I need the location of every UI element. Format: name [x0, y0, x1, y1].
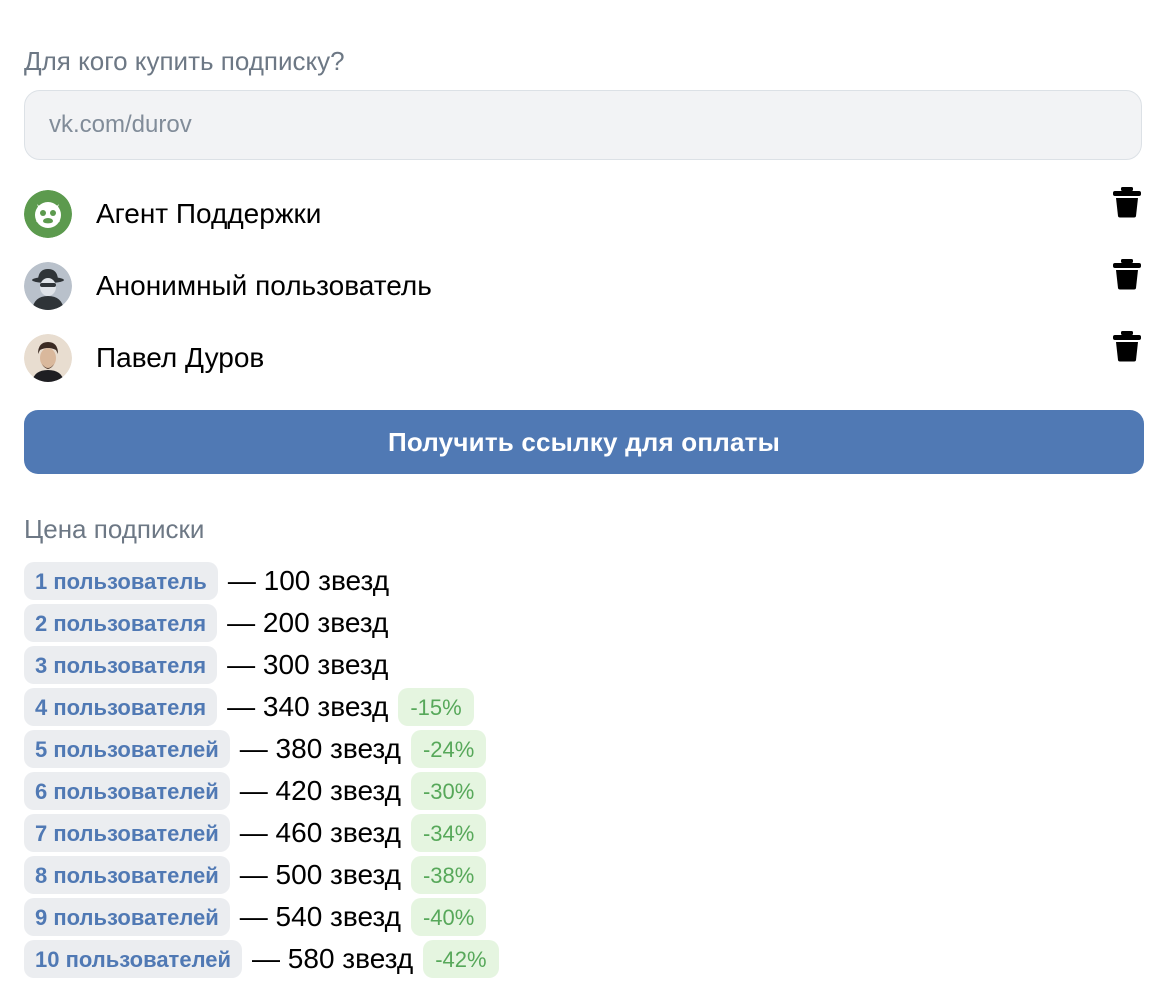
discount-badge: -38% — [410, 856, 487, 894]
users-count-chip[interactable]: 4 пользователя — [24, 688, 218, 726]
users-count-chip[interactable]: 2 пользователя — [24, 604, 218, 642]
anonymous-avatar-icon — [24, 262, 72, 310]
subscription-page: Для кого купить подписку? Агент Поддержк… — [0, 0, 1174, 994]
users-count-chip[interactable]: 9 пользователей — [24, 898, 230, 936]
user-name: Агент Поддержки — [96, 198, 322, 229]
user-row: Павел Дуров — [24, 331, 1148, 406]
price-text: — 500 звезд — [239, 859, 401, 890]
discount-badge: -15% — [398, 688, 474, 726]
price-row: 6 пользователей — 420 звезд -30% — [24, 770, 499, 812]
price-row: 9 пользователей — 540 звезд -40% — [24, 896, 499, 938]
users-count-chip[interactable]: 6 пользователей — [24, 772, 230, 810]
delete-user-trash-icon[interactable] — [1112, 258, 1142, 290]
user-name: Павел Дуров — [96, 342, 265, 373]
photo-avatar-icon — [24, 334, 72, 382]
recipient-question: Для кого купить подписку? — [24, 46, 345, 76]
discount-badge: -24% — [410, 730, 487, 768]
price-row: 1 пользователь — 100 звезд — [24, 560, 499, 602]
delete-user-trash-icon[interactable] — [1112, 330, 1142, 362]
price-text: — 300 звезд — [227, 649, 389, 680]
get-payment-link-button[interactable]: Получить ссылку для оплаты — [24, 410, 1144, 474]
users-count-chip[interactable]: 7 пользователей — [24, 814, 230, 852]
price-text: — 100 звезд — [227, 565, 390, 596]
discount-badge: -40% — [410, 898, 487, 936]
users-count-chip[interactable]: 10 пользователей — [24, 940, 243, 978]
price-row: 8 пользователей — 500 звезд -38% — [24, 854, 499, 896]
selected-users-list: Агент Поддержки Анонимный пользователь П… — [24, 187, 1148, 406]
price-row: 2 пользователя — 200 звезд — [24, 602, 499, 644]
price-text: — 380 звезд — [239, 733, 401, 764]
price-text: — 460 звезд — [239, 817, 401, 848]
price-text: — 580 звезд — [252, 943, 414, 974]
price-row: 4 пользователя — 340 звезд -15% — [24, 686, 499, 728]
price-row: 3 пользователя — 300 звезд — [24, 644, 499, 686]
price-row: 10 пользователей — 580 звезд -42% — [24, 938, 499, 980]
price-text: — 540 звезд — [239, 901, 401, 932]
pricing-title: Цена подписки — [24, 514, 205, 544]
price-row: 7 пользователей — 460 звезд -34% — [24, 812, 499, 854]
users-count-chip[interactable]: 1 пользователь — [24, 562, 218, 600]
price-row: 5 пользователей — 380 звезд -24% — [24, 728, 499, 770]
discount-badge: -42% — [423, 940, 499, 978]
users-count-chip[interactable]: 5 пользователей — [24, 730, 230, 768]
pricing-list: 1 пользователь — 100 звезд 2 пользовател… — [24, 560, 499, 980]
price-text: — 340 звезд — [227, 691, 389, 722]
discount-badge: -34% — [410, 814, 487, 852]
users-count-chip[interactable]: 3 пользователя — [24, 646, 218, 684]
support-agent-avatar-icon — [24, 190, 72, 238]
user-row: Анонимный пользователь — [24, 259, 1148, 334]
price-text: — 200 звезд — [227, 607, 389, 638]
price-text: — 420 звезд — [239, 775, 401, 806]
delete-user-trash-icon[interactable] — [1112, 186, 1142, 218]
users-count-chip[interactable]: 8 пользователей — [24, 856, 230, 894]
user-name: Анонимный пользователь — [96, 270, 432, 301]
recipient-link-input[interactable] — [24, 90, 1142, 160]
user-row: Агент Поддержки — [24, 187, 1148, 262]
discount-badge: -30% — [410, 772, 487, 810]
